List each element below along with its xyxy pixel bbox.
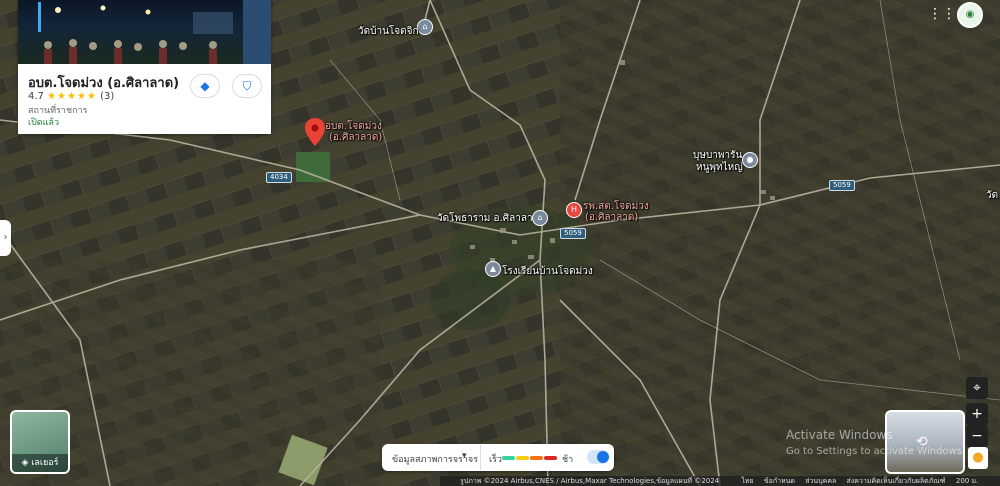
expand-panel-button[interactable]: › bbox=[0, 220, 11, 256]
traffic-fast-label: เร็ว bbox=[489, 455, 502, 465]
label-hospital-2[interactable]: (อ.ศิลาลาด) bbox=[585, 212, 638, 224]
rating-stars: ★★★★★ bbox=[47, 91, 97, 102]
temple-center-pin-icon[interactable]: ⌂ bbox=[532, 210, 548, 226]
rating-value: 4.7 bbox=[28, 91, 44, 102]
chevron-down-icon[interactable]: ▾ bbox=[462, 451, 467, 461]
traffic-legend[interactable]: ข้อมูลสภาพการจราจร ▾ เร็ว ช้า bbox=[382, 444, 614, 471]
account-avatar[interactable]: ◉ bbox=[957, 2, 983, 28]
traffic-seg-4 bbox=[544, 456, 557, 460]
shrine-pin-icon[interactable]: ● bbox=[742, 152, 758, 168]
road-shield-5059-east: 5059 bbox=[829, 180, 855, 191]
attribution: รูปภาพ ©2024 Airbus,CNES / Airbus,Maxar … bbox=[460, 477, 720, 485]
place-rating[interactable]: 4.7 ★★★★★ (3) bbox=[28, 91, 114, 102]
bookmark-icon: ⛉ bbox=[242, 79, 252, 93]
directions-icon: ◆ bbox=[200, 79, 210, 93]
country-link[interactable]: ไทย bbox=[741, 477, 753, 485]
road-shield-4034: 4034 bbox=[266, 172, 292, 183]
label-temple-north[interactable]: วัดบ้านโจดจิก bbox=[358, 26, 419, 38]
label-temple-center[interactable]: วัดโพธาราม อ.ศิลาลาด bbox=[437, 213, 539, 225]
watermark-line-2: Go to Settings to activate Windows. bbox=[786, 446, 966, 457]
chevron-right-icon: › bbox=[3, 232, 8, 243]
feedback-link[interactable]: ส่งความคิดเห็นเกี่ยวกับผลิตภัณฑ์ bbox=[847, 477, 946, 485]
school-pin-icon[interactable]: ▲ bbox=[485, 261, 501, 277]
traffic-seg-3 bbox=[530, 456, 543, 460]
divider bbox=[480, 445, 481, 470]
apps-grid-icon[interactable]: ⋮⋮ bbox=[928, 6, 956, 22]
selected-place-pin-icon[interactable] bbox=[305, 118, 325, 146]
layers-label: ◈ เลเยอร์ bbox=[12, 454, 68, 472]
place-card[interactable]: อบต.โจดม่วง (อ.ศิลาลาด) 4.7 ★★★★★ (3) สถ… bbox=[18, 0, 271, 134]
map-footer: รูปภาพ ©2024 Airbus,CNES / Airbus,Maxar … bbox=[440, 476, 1000, 486]
save-button[interactable]: ⛉ bbox=[232, 74, 262, 98]
layers-button[interactable]: ◈ เลเยอร์ bbox=[10, 410, 70, 474]
traffic-slow-label: ช้า bbox=[562, 455, 574, 465]
label-shrine-1[interactable]: บุษบาพารัน bbox=[693, 150, 742, 162]
temple-pin-icon[interactable]: ⌂ bbox=[417, 19, 433, 35]
my-location-button[interactable]: ⌖ bbox=[966, 377, 988, 399]
terms-link[interactable]: ข้อกำหนด bbox=[764, 477, 795, 485]
watermark-line-1: Activate Windows bbox=[786, 428, 893, 442]
toggle-knob bbox=[597, 451, 609, 463]
road-shield-5059-center: 5059 bbox=[560, 228, 586, 239]
traffic-seg-1 bbox=[502, 456, 515, 460]
hospital-pin-icon[interactable]: H bbox=[566, 202, 582, 218]
review-count[interactable]: (3) bbox=[100, 91, 114, 102]
pegman-icon[interactable]: ● bbox=[968, 447, 988, 469]
label-school[interactable]: โรงเรียนบ้านโจดม่วง bbox=[502, 266, 593, 278]
place-photo-image bbox=[38, 0, 271, 64]
zoom-in-button[interactable]: + bbox=[966, 403, 988, 425]
directions-button[interactable]: ◆ bbox=[190, 74, 220, 98]
layers-icon: ◈ bbox=[21, 458, 32, 468]
label-main-pin-2[interactable]: (อ.ศิลาลาด) bbox=[329, 132, 382, 144]
place-title: อบต.โจดม่วง (อ.ศิลาลาด) bbox=[28, 76, 180, 91]
zoom-out-button[interactable]: − bbox=[966, 425, 988, 447]
traffic-seg-2 bbox=[516, 456, 529, 460]
privacy-link[interactable]: ส่วนบุคคล bbox=[805, 477, 836, 485]
label-shrine-2[interactable]: หนูพุทไหญ่ bbox=[696, 162, 743, 174]
open-status: เปิดแล้ว bbox=[28, 118, 60, 128]
traffic-toggle[interactable] bbox=[587, 450, 609, 464]
crosshair-icon: ⌖ bbox=[973, 380, 981, 396]
label-edge[interactable]: วัด bbox=[986, 190, 998, 202]
scale-label[interactable]: 200 ม. bbox=[956, 477, 978, 485]
place-photo[interactable] bbox=[18, 0, 271, 64]
street-view-thumbnail[interactable]: ⟲ bbox=[885, 410, 965, 474]
